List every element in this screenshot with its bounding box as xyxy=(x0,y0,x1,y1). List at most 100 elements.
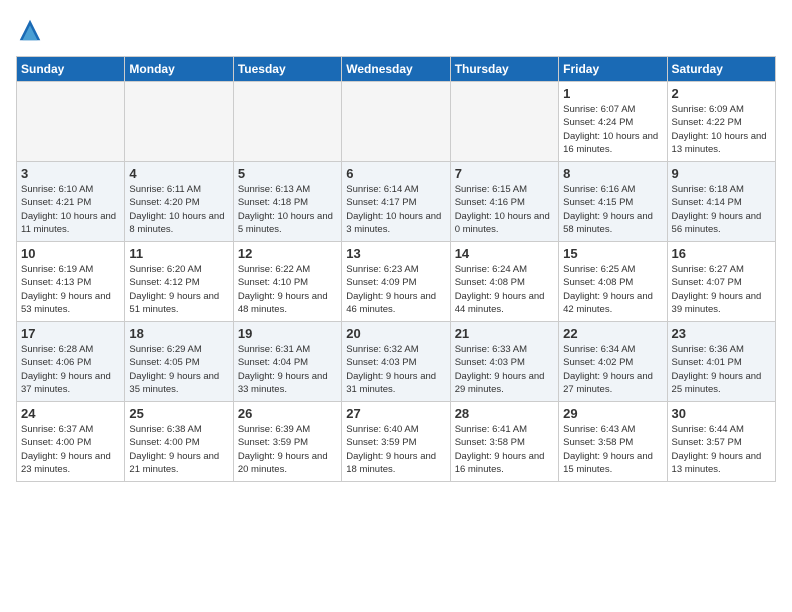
calendar-cell: 6Sunrise: 6:14 AM Sunset: 4:17 PM Daylig… xyxy=(342,162,450,242)
day-number: 29 xyxy=(563,406,662,421)
calendar-cell: 16 Sunrise: 6:27 AM Sunset: 4:07 PM Dayli… xyxy=(667,242,775,322)
day-info: Sunrise: 6:18 AM Sunset: 4:14 PM Dayligh… xyxy=(672,183,771,236)
calendar-cell: 4 Sunrise: 6:11 AM Sunset: 4:20 PM Daylig… xyxy=(125,162,233,242)
page-header xyxy=(16,16,776,44)
day-number: 7 xyxy=(455,166,554,181)
day-info: Sunrise: 6:43 AM Sunset: 3:58 PM Dayligh… xyxy=(563,423,662,476)
calendar-cell: 2Sunrise: 6:09 AM Sunset: 4:22 PM Daylig… xyxy=(667,82,775,162)
calendar-cell: 7 Sunrise: 6:15 AM Sunset: 4:16 PM Daylig… xyxy=(450,162,558,242)
calendar-cell: 11 Sunrise: 6:20 AM Sunset: 4:12 PM Dayli… xyxy=(125,242,233,322)
day-info: Sunrise: 6:23 AM Sunset: 4:09 PM Dayligh… xyxy=(346,263,445,316)
day-number: 30 xyxy=(672,406,771,421)
calendar-cell: 8 Sunrise: 6:16 AM Sunset: 4:15 PM Daylig… xyxy=(559,162,667,242)
calendar-cell: 29 Sunrise: 6:43 AM Sunset: 3:58 PM Dayli… xyxy=(559,402,667,482)
day-info: Sunrise: 6:20 AM Sunset: 4:12 PM Dayligh… xyxy=(129,263,228,316)
day-info: Sunrise: 6:36 AM Sunset: 4:01 PM Dayligh… xyxy=(672,343,771,396)
day-info: Sunrise: 6:41 AM Sunset: 3:58 PM Dayligh… xyxy=(455,423,554,476)
day-number: 17 xyxy=(21,326,120,341)
day-number: 24 xyxy=(21,406,120,421)
day-info: Sunrise: 6:38 AM Sunset: 4:00 PM Dayligh… xyxy=(129,423,228,476)
day-number: 16 xyxy=(672,246,771,261)
day-number: 28 xyxy=(455,406,554,421)
calendar-cell: 25 Sunrise: 6:38 AM Sunset: 4:00 PM Dayli… xyxy=(125,402,233,482)
day-info: Sunrise: 6:40 AM Sunset: 3:59 PM Dayligh… xyxy=(346,423,445,476)
day-number: 25 xyxy=(129,406,228,421)
day-info: Sunrise: 6:39 AM Sunset: 3:59 PM Dayligh… xyxy=(238,423,337,476)
calendar-cell xyxy=(342,82,450,162)
calendar-week: 17 Sunrise: 6:28 AM Sunset: 4:06 PM Dayli… xyxy=(17,322,776,402)
day-number: 27 xyxy=(346,406,445,421)
calendar-cell: 20 Sunrise: 6:32 AM Sunset: 4:03 PM Dayli… xyxy=(342,322,450,402)
day-info: Sunrise: 6:22 AM Sunset: 4:10 PM Dayligh… xyxy=(238,263,337,316)
calendar-cell: 17 Sunrise: 6:28 AM Sunset: 4:06 PM Dayli… xyxy=(17,322,125,402)
calendar-cell xyxy=(17,82,125,162)
logo-icon xyxy=(16,16,44,44)
day-number: 21 xyxy=(455,326,554,341)
day-number: 8 xyxy=(563,166,662,181)
calendar-cell: 30 Sunrise: 6:44 AM Sunset: 3:57 PM Dayli… xyxy=(667,402,775,482)
calendar-cell: 24 Sunrise: 6:37 AM Sunset: 4:00 PM Dayli… xyxy=(17,402,125,482)
day-info: Sunrise: 6:16 AM Sunset: 4:15 PM Dayligh… xyxy=(563,183,662,236)
day-number: 13 xyxy=(346,246,445,261)
calendar-cell xyxy=(233,82,341,162)
header-day: Tuesday xyxy=(233,57,341,82)
calendar-week: 24 Sunrise: 6:37 AM Sunset: 4:00 PM Dayli… xyxy=(17,402,776,482)
calendar-table: SundayMondayTuesdayWednesdayThursdayFrid… xyxy=(16,56,776,482)
calendar-cell: 27 Sunrise: 6:40 AM Sunset: 3:59 PM Dayli… xyxy=(342,402,450,482)
day-info: Sunrise: 6:13 AM Sunset: 4:18 PM Dayligh… xyxy=(238,183,337,236)
calendar-cell: 19 Sunrise: 6:31 AM Sunset: 4:04 PM Dayli… xyxy=(233,322,341,402)
day-number: 10 xyxy=(21,246,120,261)
day-info: Sunrise: 6:29 AM Sunset: 4:05 PM Dayligh… xyxy=(129,343,228,396)
header-day: Friday xyxy=(559,57,667,82)
day-info: Sunrise: 6:31 AM Sunset: 4:04 PM Dayligh… xyxy=(238,343,337,396)
day-info: Sunrise: 6:34 AM Sunset: 4:02 PM Dayligh… xyxy=(563,343,662,396)
header-day: Saturday xyxy=(667,57,775,82)
calendar-cell xyxy=(450,82,558,162)
calendar-cell: 12 Sunrise: 6:22 AM Sunset: 4:10 PM Dayli… xyxy=(233,242,341,322)
calendar-cell: 13 Sunrise: 6:23 AM Sunset: 4:09 PM Dayli… xyxy=(342,242,450,322)
day-info: Sunrise: 6:10 AM Sunset: 4:21 PM Dayligh… xyxy=(21,183,120,236)
day-number: 4 xyxy=(129,166,228,181)
day-info: Sunrise: 6:15 AM Sunset: 4:16 PM Dayligh… xyxy=(455,183,554,236)
header-day: Monday xyxy=(125,57,233,82)
calendar-cell: 23Sunrise: 6:36 AM Sunset: 4:01 PM Dayli… xyxy=(667,322,775,402)
calendar-week: 10 Sunrise: 6:19 AM Sunset: 4:13 PM Dayli… xyxy=(17,242,776,322)
header-day: Wednesday xyxy=(342,57,450,82)
calendar-cell: 15Sunrise: 6:25 AM Sunset: 4:08 PM Dayli… xyxy=(559,242,667,322)
calendar-cell: 21 Sunrise: 6:33 AM Sunset: 4:03 PM Dayli… xyxy=(450,322,558,402)
day-info: Sunrise: 6:25 AM Sunset: 4:08 PM Dayligh… xyxy=(563,263,662,316)
day-info: Sunrise: 6:44 AM Sunset: 3:57 PM Dayligh… xyxy=(672,423,771,476)
day-info: Sunrise: 6:27 AM Sunset: 4:07 PM Dayligh… xyxy=(672,263,771,316)
calendar-cell: 5Sunrise: 6:13 AM Sunset: 4:18 PM Daylig… xyxy=(233,162,341,242)
day-number: 3 xyxy=(21,166,120,181)
day-info: Sunrise: 6:14 AM Sunset: 4:17 PM Dayligh… xyxy=(346,183,445,236)
calendar-cell: 10 Sunrise: 6:19 AM Sunset: 4:13 PM Dayli… xyxy=(17,242,125,322)
day-number: 9 xyxy=(672,166,771,181)
day-number: 11 xyxy=(129,246,228,261)
day-info: Sunrise: 6:07 AM Sunset: 4:24 PM Dayligh… xyxy=(563,103,662,156)
header-row: SundayMondayTuesdayWednesdayThursdayFrid… xyxy=(17,57,776,82)
day-info: Sunrise: 6:32 AM Sunset: 4:03 PM Dayligh… xyxy=(346,343,445,396)
day-number: 12 xyxy=(238,246,337,261)
day-info: Sunrise: 6:33 AM Sunset: 4:03 PM Dayligh… xyxy=(455,343,554,396)
calendar-cell: 18 Sunrise: 6:29 AM Sunset: 4:05 PM Dayli… xyxy=(125,322,233,402)
day-number: 18 xyxy=(129,326,228,341)
calendar-cell: 22 Sunrise: 6:34 AM Sunset: 4:02 PM Dayli… xyxy=(559,322,667,402)
day-number: 20 xyxy=(346,326,445,341)
day-info: Sunrise: 6:37 AM Sunset: 4:00 PM Dayligh… xyxy=(21,423,120,476)
logo xyxy=(16,16,48,44)
day-number: 19 xyxy=(238,326,337,341)
calendar-week: 1 Sunrise: 6:07 AM Sunset: 4:24 PM Daylig… xyxy=(17,82,776,162)
calendar-cell: 9 Sunrise: 6:18 AM Sunset: 4:14 PM Daylig… xyxy=(667,162,775,242)
day-info: Sunrise: 6:19 AM Sunset: 4:13 PM Dayligh… xyxy=(21,263,120,316)
day-info: Sunrise: 6:09 AM Sunset: 4:22 PM Dayligh… xyxy=(672,103,771,156)
day-number: 1 xyxy=(563,86,662,101)
calendar-cell: 1 Sunrise: 6:07 AM Sunset: 4:24 PM Daylig… xyxy=(559,82,667,162)
day-info: Sunrise: 6:28 AM Sunset: 4:06 PM Dayligh… xyxy=(21,343,120,396)
calendar-cell: 28 Sunrise: 6:41 AM Sunset: 3:58 PM Dayli… xyxy=(450,402,558,482)
header-day: Sunday xyxy=(17,57,125,82)
day-number: 22 xyxy=(563,326,662,341)
calendar-week: 3 Sunrise: 6:10 AM Sunset: 4:21 PM Daylig… xyxy=(17,162,776,242)
calendar-cell: 3 Sunrise: 6:10 AM Sunset: 4:21 PM Daylig… xyxy=(17,162,125,242)
day-info: Sunrise: 6:11 AM Sunset: 4:20 PM Dayligh… xyxy=(129,183,228,236)
